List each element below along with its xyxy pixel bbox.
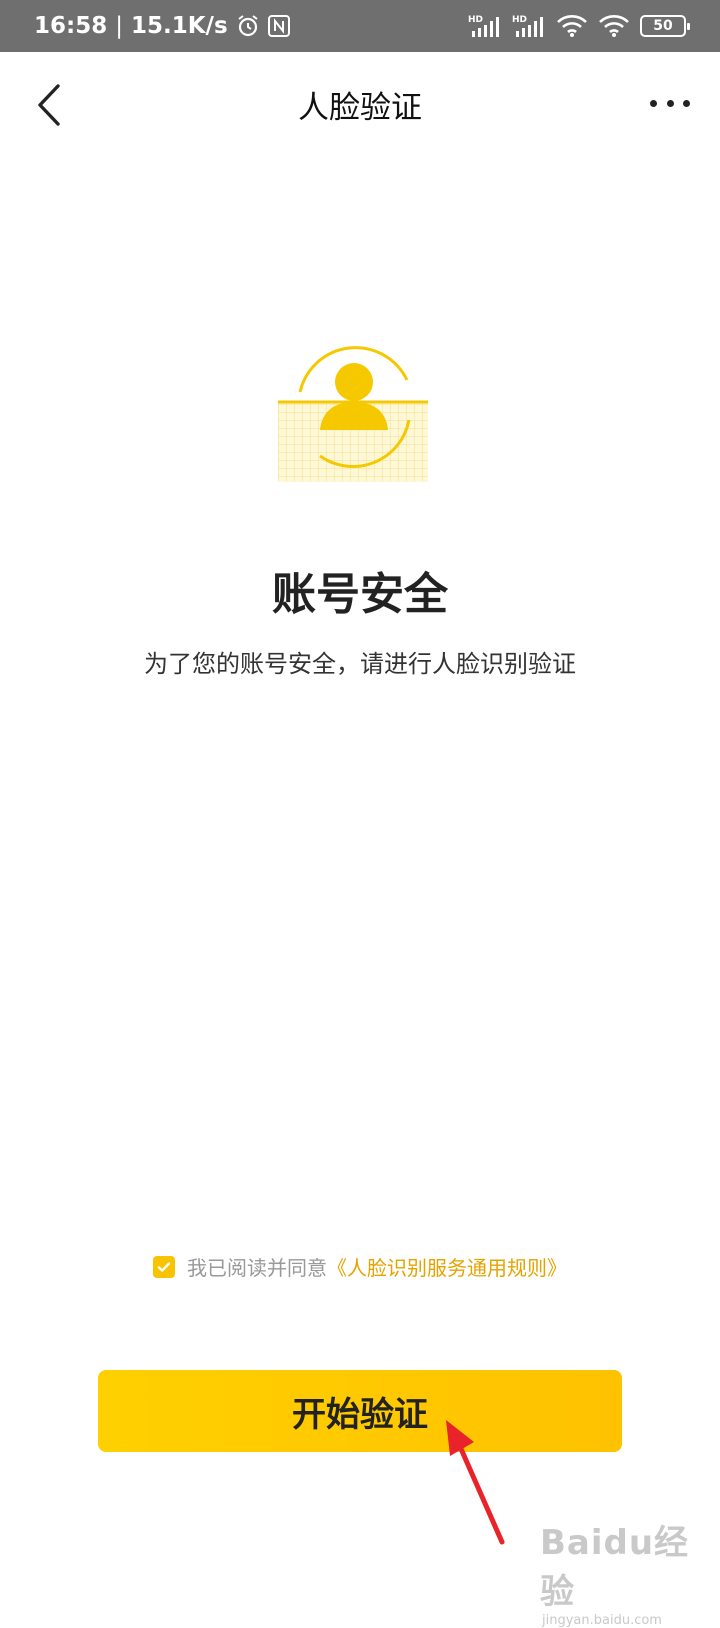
- battery-indicator: 50: [640, 15, 690, 37]
- face-user-icon: [270, 340, 440, 490]
- signal-hd-icon: HD: [512, 13, 546, 39]
- network-speed: 15.1K/s: [130, 13, 228, 39]
- page-title: 人脸验证: [298, 89, 422, 126]
- watermark-text: Baidu经验: [540, 1523, 690, 1612]
- svg-text:HD: HD: [468, 15, 483, 25]
- wifi-icon: [556, 14, 588, 38]
- more-dots-icon: [666, 99, 674, 107]
- description-text: 为了您的账号安全，请进行人脸识别验证: [144, 650, 576, 678]
- section-heading: 账号安全: [272, 569, 448, 620]
- status-bar: 16:58 | 15.1K/s HD HD 50: [0, 0, 720, 52]
- status-left: 16:58 | 15.1K/s: [34, 13, 290, 39]
- status-time: 16:58: [34, 13, 108, 39]
- back-button[interactable]: [30, 80, 70, 130]
- nfc-icon: [267, 15, 290, 37]
- agreement-text: 我已阅读并同意: [187, 1256, 327, 1280]
- status-right: HD HD 50: [468, 13, 690, 39]
- chevron-left-icon: [38, 84, 60, 126]
- more-dots-icon: [650, 99, 657, 107]
- start-verification-button[interactable]: 开始验证: [98, 1370, 622, 1452]
- svg-text:HD: HD: [512, 15, 527, 25]
- more-dots-icon: [683, 99, 690, 107]
- agreement-row: 我已阅读并同意《人脸识别服务通用规则》: [0, 1252, 720, 1281]
- status-separator: |: [115, 13, 123, 39]
- watermark-url: jingyan.baidu.com: [542, 1613, 662, 1628]
- agreement-checkbox[interactable]: [153, 1255, 175, 1278]
- watermark-logo: Baidu经验 jingyan.baidu.com: [540, 1515, 700, 1628]
- more-button[interactable]: [650, 92, 690, 114]
- checkmark-icon: [157, 1261, 171, 1272]
- signal-hd-icon: HD: [468, 13, 502, 39]
- wifi-icon: [598, 14, 630, 38]
- alarm-icon: [236, 14, 260, 38]
- navigation-bar: 人脸验证: [0, 52, 720, 156]
- rules-link[interactable]: 《人脸识别服务通用规则》: [327, 1256, 567, 1280]
- red-arrow-icon: [446, 1420, 505, 1545]
